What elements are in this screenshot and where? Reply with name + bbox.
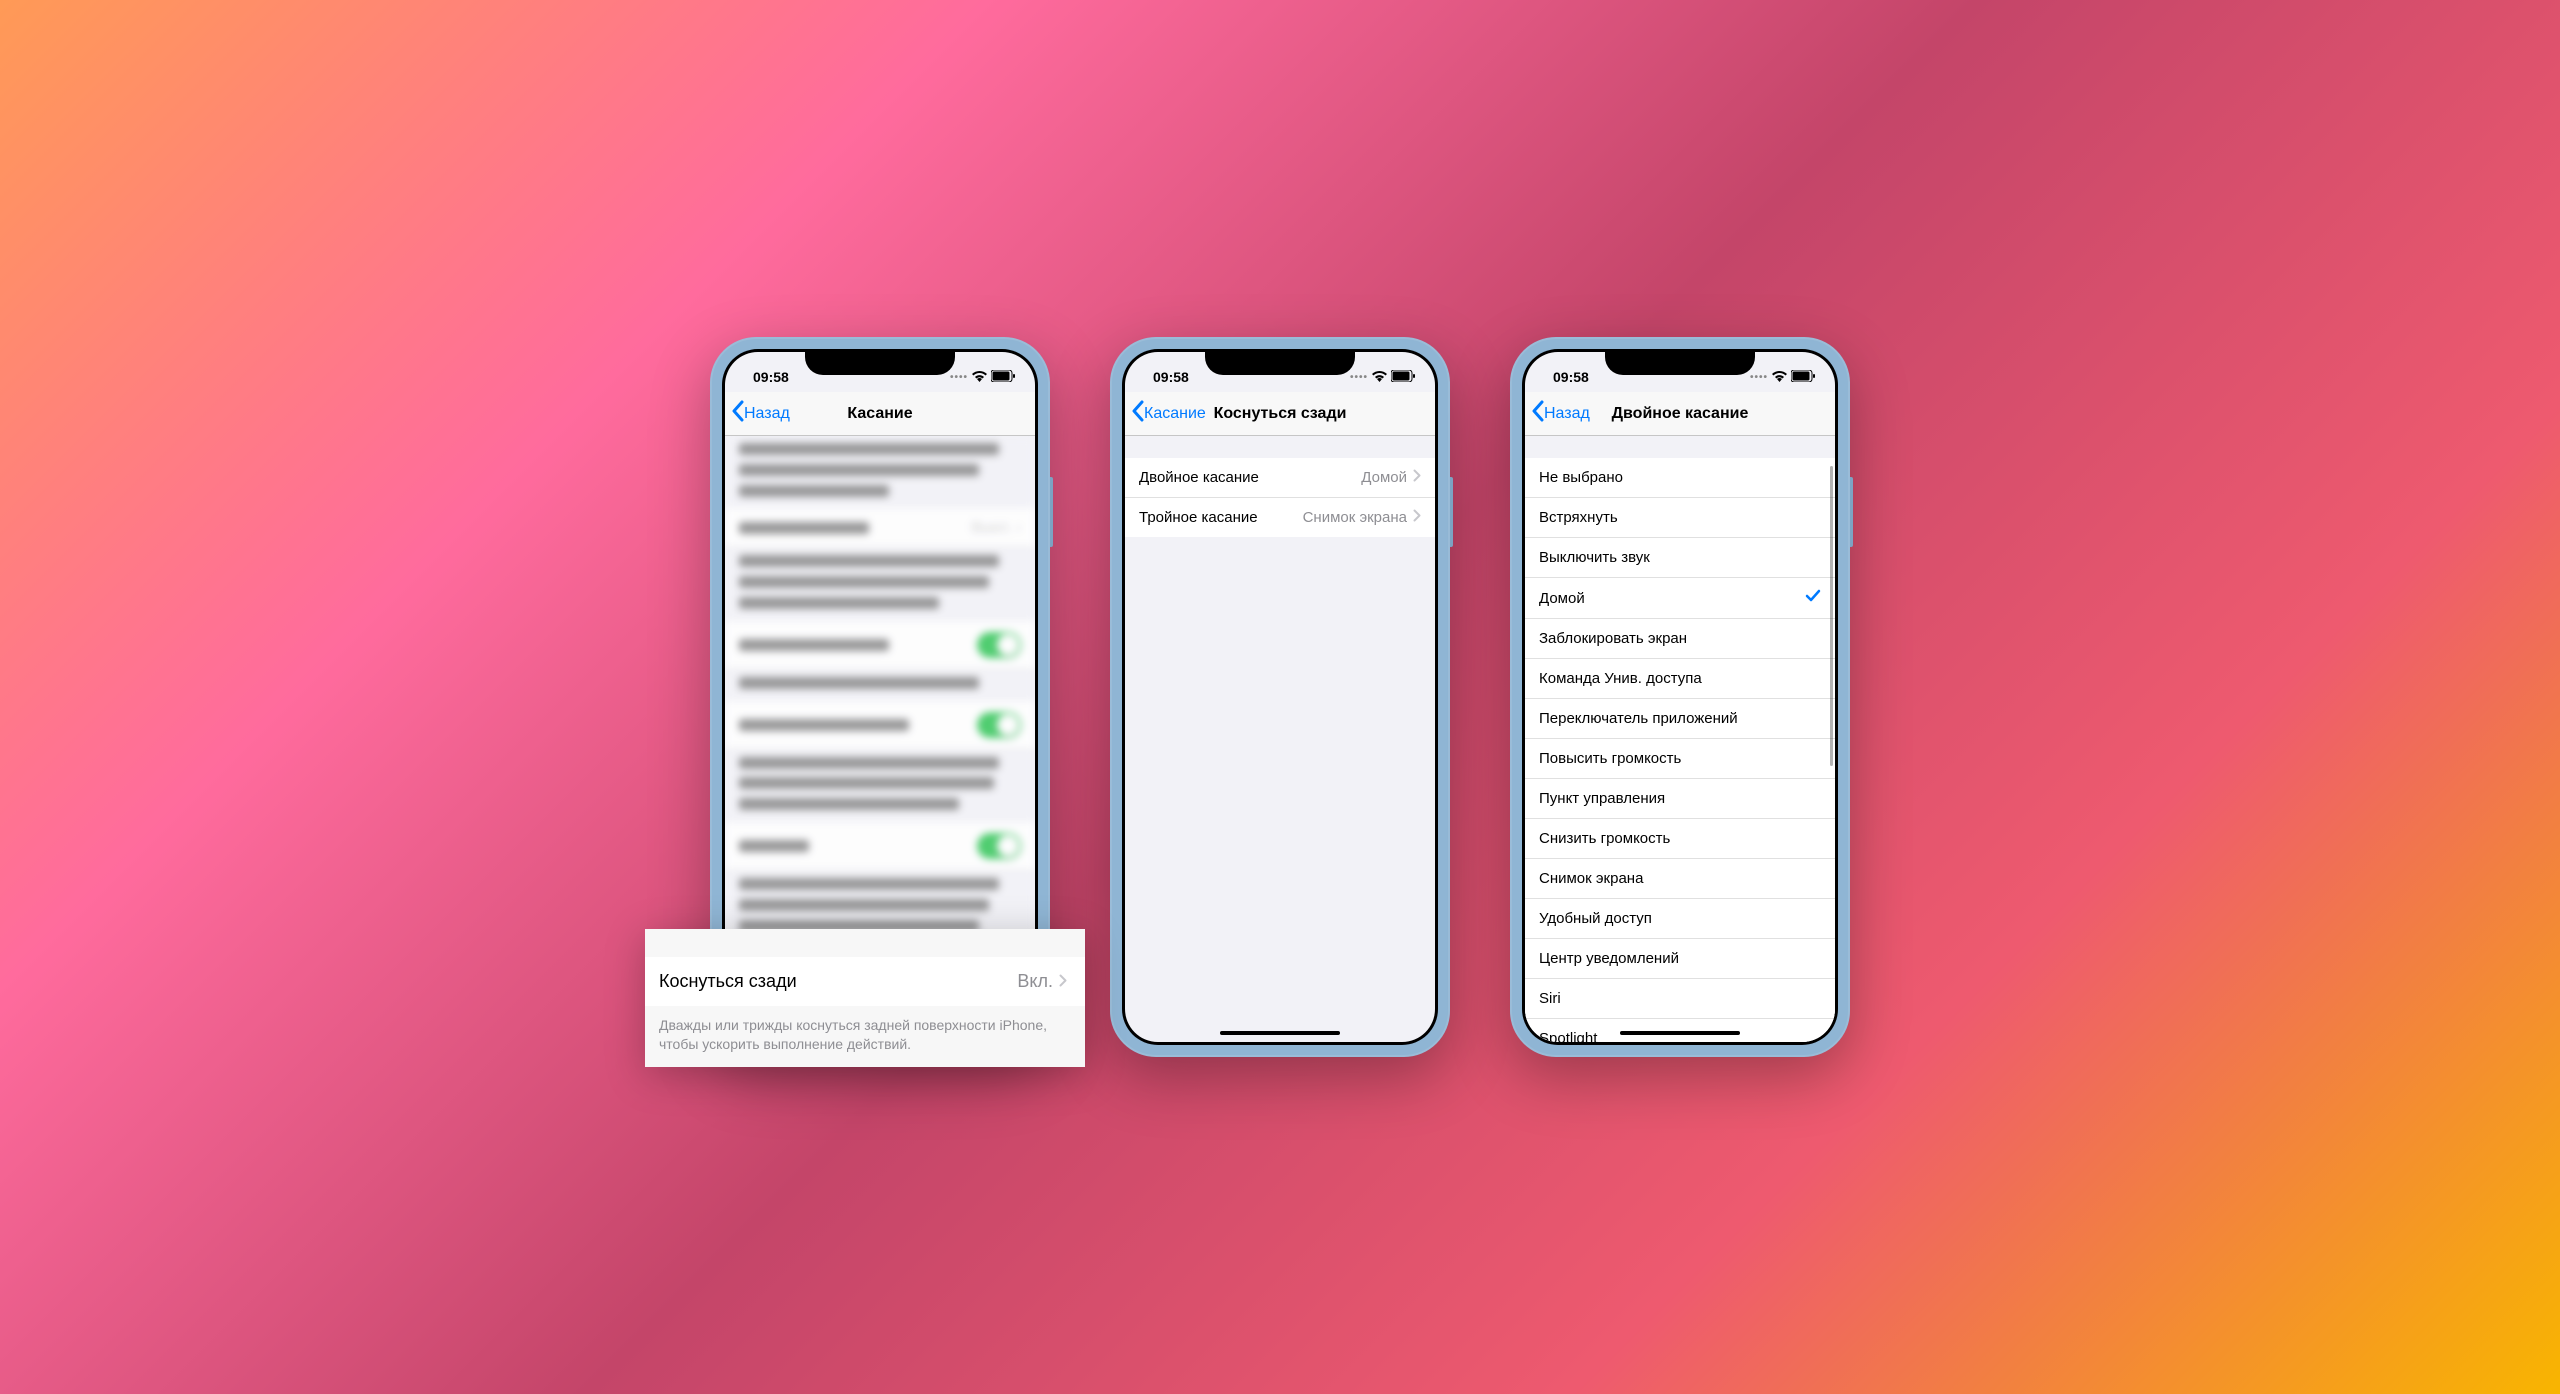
row-label: Повысить громкость (1539, 750, 1681, 767)
tap-option-row[interactable]: Двойное касание Домой (1125, 458, 1435, 498)
chevron-right-icon (1413, 469, 1421, 486)
content[interactable]: Не выбрано Встряхнуть Выключить звук Домой З… (1525, 436, 1835, 1042)
action-option-row[interactable]: Центр уведомлений (1525, 939, 1835, 979)
callout-panel: Коснуться сзади Вкл. Дважды или трижды к… (645, 929, 1085, 1067)
row-value: Снимок экрана (1303, 509, 1407, 526)
blurred-toggle-row (725, 822, 1035, 871)
action-option-row[interactable]: Удобный доступ (1525, 899, 1835, 939)
cellular-icon: •••• (1750, 372, 1768, 383)
status-time: 09:58 (1553, 369, 1589, 385)
action-option-row[interactable]: Встряхнуть (1525, 498, 1835, 538)
row-label: Снизить громкость (1539, 830, 1670, 847)
row-label: Spotlight (1539, 1030, 1597, 1042)
back-label: Касание (1144, 405, 1206, 423)
back-button[interactable]: Касание (1131, 400, 1206, 427)
row-label: Выключить звук (1539, 549, 1650, 566)
wifi-icon (972, 369, 987, 385)
back-label: Назад (744, 405, 790, 423)
blurred-toggle-row (725, 701, 1035, 750)
content: Двойное касание Домой Тройное касание Снимо… (1125, 436, 1435, 1042)
status-time: 09:58 (753, 369, 789, 385)
blurred-row: Выкл. › (725, 508, 1035, 548)
chevron-right-icon (1413, 509, 1421, 526)
notch (1205, 349, 1355, 375)
row-label: Заблокировать экран (1539, 630, 1687, 647)
back-button[interactable]: Назад (731, 400, 790, 427)
action-option-row[interactable]: Выключить звук (1525, 538, 1835, 578)
status-time: 09:58 (1153, 369, 1189, 385)
side-button (1050, 477, 1053, 547)
battery-icon (1391, 369, 1415, 385)
notch (1605, 349, 1755, 375)
chevron-left-icon (1131, 400, 1144, 427)
nav-bar: Назад Касание (725, 392, 1035, 436)
nav-bar: Касание Коснуться сзади (1125, 392, 1435, 436)
cellular-icon: •••• (1350, 372, 1368, 383)
nav-bar: Назад Двойное касание (1525, 392, 1835, 436)
blurred-toggle-row (725, 621, 1035, 670)
toggle-switch (977, 833, 1021, 859)
row-label: Удобный доступ (1539, 910, 1652, 927)
action-option-row[interactable]: Домой (1525, 578, 1835, 619)
tap-option-row[interactable]: Тройное касание Снимок экрана (1125, 498, 1435, 537)
action-option-row[interactable]: Не выбрано (1525, 458, 1835, 498)
row-label: Снимок экрана (1539, 870, 1643, 887)
checkmark-icon (1805, 589, 1821, 607)
home-indicator (1620, 1031, 1740, 1035)
action-option-row[interactable]: Снимок экрана (1525, 859, 1835, 899)
nav-title: Коснуться сзади (1214, 405, 1347, 423)
notch (805, 349, 955, 375)
action-option-row[interactable]: Пункт управления (1525, 779, 1835, 819)
action-option-row[interactable]: Заблокировать экран (1525, 619, 1835, 659)
chevron-right-icon (1059, 971, 1067, 992)
wifi-icon (1772, 369, 1787, 385)
toggle-switch (977, 632, 1021, 658)
action-option-row[interactable]: Переключатель приложений (1525, 699, 1835, 739)
back-label: Назад (1544, 405, 1590, 423)
battery-icon (1791, 369, 1815, 385)
row-label: Коснуться сзади (659, 971, 797, 992)
row-label: Центр уведомлений (1539, 950, 1679, 967)
toggle-switch (977, 712, 1021, 738)
phone-3: 09:58 •••• Назад Двойное касание (1510, 337, 1850, 1057)
row-label: Пункт управления (1539, 790, 1665, 807)
chevron-left-icon (1531, 400, 1544, 427)
row-label: Siri (1539, 990, 1561, 1007)
scrollbar[interactable] (1830, 466, 1833, 1012)
home-indicator (1220, 1031, 1340, 1035)
callout-description: Дважды или трижды коснуться задней повер… (645, 1006, 1085, 1067)
side-button (1850, 477, 1853, 547)
row-label: Переключатель приложений (1539, 710, 1738, 727)
battery-icon (991, 369, 1015, 385)
action-option-row[interactable]: Снизить громкость (1525, 819, 1835, 859)
row-value: Вкл. (1017, 971, 1053, 992)
row-label: Не выбрано (1539, 469, 1623, 486)
row-label: Двойное касание (1139, 469, 1259, 486)
row-label: Команда Унив. доступа (1539, 670, 1702, 687)
action-option-row[interactable]: Команда Унив. доступа (1525, 659, 1835, 699)
row-label: Встряхнуть (1539, 509, 1618, 526)
row-label: Тройное касание (1139, 509, 1258, 526)
action-option-row[interactable]: Siri (1525, 979, 1835, 1019)
back-button[interactable]: Назад (1531, 400, 1590, 427)
side-button (1450, 477, 1453, 547)
chevron-left-icon (731, 400, 744, 427)
phone-2: 09:58 •••• Касание Коснуться сзади (1110, 337, 1450, 1057)
wifi-icon (1372, 369, 1387, 385)
nav-title: Двойное касание (1612, 405, 1749, 423)
nav-title: Касание (847, 405, 912, 423)
row-label: Домой (1539, 590, 1585, 607)
back-tap-row[interactable]: Коснуться сзади Вкл. (645, 957, 1085, 1006)
action-option-row[interactable]: Повысить громкость (1525, 739, 1835, 779)
row-value: Домой (1361, 469, 1407, 486)
cellular-icon: •••• (950, 372, 968, 383)
